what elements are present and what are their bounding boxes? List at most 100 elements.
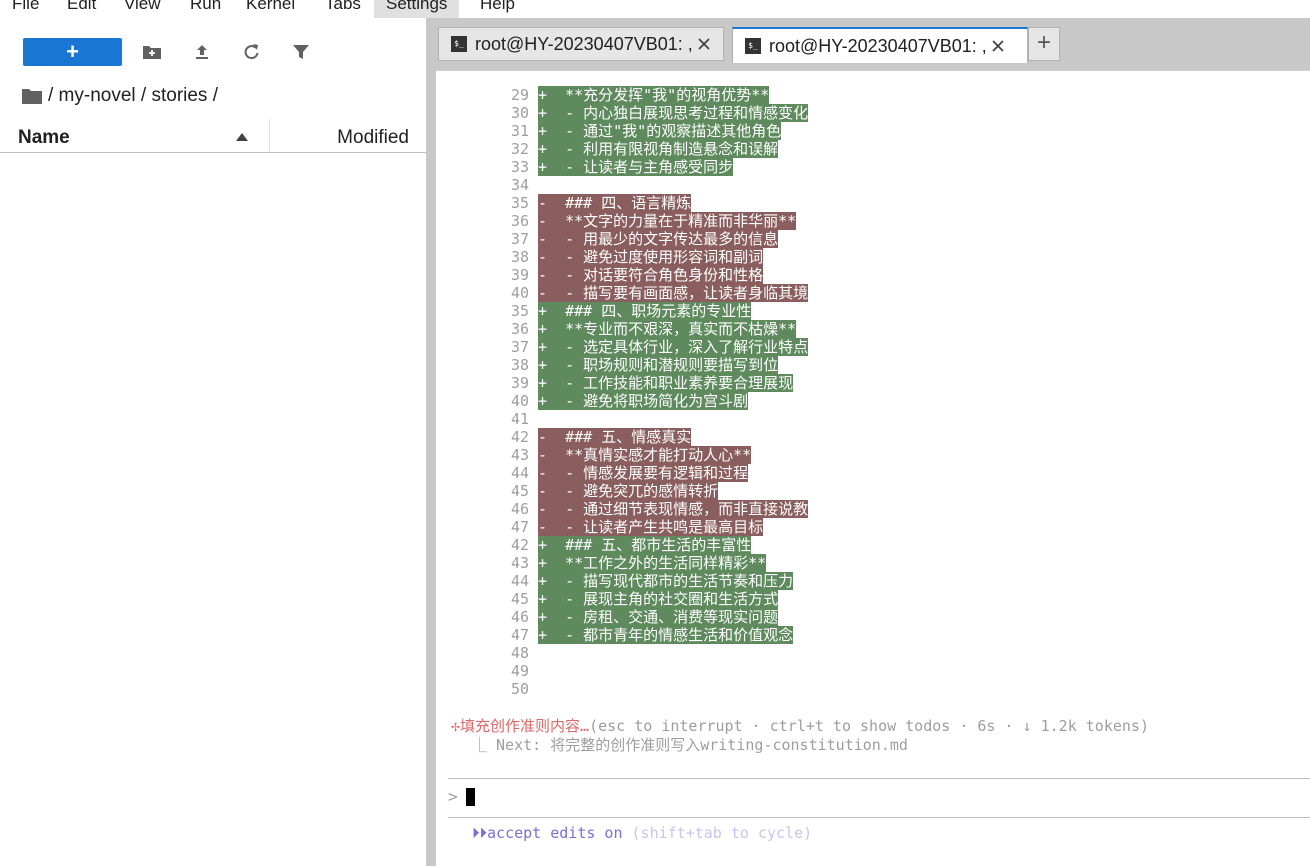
- menu-edit[interactable]: Edit: [67, 0, 96, 18]
- diff-removed-text: - - 通过细节表现情感，而非直接说教: [538, 500, 809, 518]
- prompt-caret-icon: >: [448, 787, 458, 806]
- diff-added-text: + ### 四、职场元素的专业性: [538, 302, 752, 320]
- line-number: 36: [510, 212, 529, 230]
- menu-settings[interactable]: Settings: [374, 0, 460, 18]
- menu-tabs[interactable]: Tabs: [325, 0, 361, 18]
- diff-line: 40 - - 描写要有画面感，让读者身临其境: [436, 284, 1310, 302]
- diff-removed-text: - - 描写要有画面感，让读者身临其境: [538, 284, 809, 302]
- diff-line: 45 - - 避免突兀的感情转折: [436, 482, 1310, 500]
- line-number: 38: [510, 248, 529, 266]
- line-number: 42: [510, 536, 529, 554]
- diff-line: 37 + - 选定具体行业，深入了解行业特点: [436, 338, 1310, 356]
- diff-line: 42 + ### 五、都市生活的丰富性: [436, 536, 1310, 554]
- line-number: 39: [510, 266, 529, 284]
- diff-line: 46 + - 房租、交通、消费等现实问题: [436, 608, 1310, 626]
- line-number: 42: [510, 428, 529, 446]
- line-number: 41: [510, 410, 529, 428]
- diff-line: 39 + - 工作技能和职业素养要合理展现: [436, 374, 1310, 392]
- terminal-panel[interactable]: 29 + **充分发挥"我"的视角优势** 30 + - 内心独白展现思考过程和情感变…: [436, 70, 1310, 867]
- diff-line: 45 + - 展现主角的社交圈和生活方式: [436, 590, 1310, 608]
- upload-icon[interactable]: [192, 42, 212, 62]
- tab-terminal-1[interactable]: $_ root@HY-20230407VB01: ,: [438, 27, 724, 61]
- diff-added-text: + ### 五、都市生活的丰富性: [538, 536, 752, 554]
- prompt-input[interactable]: >: [448, 778, 1310, 818]
- diff-added-text: + **专业而不艰深，真实而不枯燥**: [538, 320, 797, 338]
- diff-line: 44 - - 情感发展要有逻辑和过程: [436, 464, 1310, 482]
- diff-added-text: + **工作之外的生活同样精彩**: [538, 554, 767, 572]
- diff-line: 31 + - 通过"我"的观察描述其他角色: [436, 122, 1310, 140]
- diff-added-text: + - 职场规则和潜规则要描写到位: [538, 356, 779, 374]
- diff-line: 39 - - 对话要符合角色身份和性格: [436, 266, 1310, 284]
- file-browser-toolbar: +: [0, 18, 426, 78]
- diff-line: 43 + **工作之外的生活同样精彩**: [436, 554, 1310, 572]
- diff-line: 37 - - 用最少的文字传达最多的信息: [436, 230, 1310, 248]
- tab-terminal-2[interactable]: $_ root@HY-20230407VB01: ,: [732, 27, 1028, 63]
- diff-line: 43 - **真情实感才能打动人心**: [436, 446, 1310, 464]
- close-icon[interactable]: [991, 39, 1005, 53]
- column-name-header[interactable]: Name: [18, 127, 70, 149]
- new-launcher-button[interactable]: +: [23, 38, 122, 66]
- diff-line: 40 + - 避免将职场简化为宫斗剧: [436, 392, 1310, 410]
- diff-added-text: + - 展现主角的社交圈和生活方式: [538, 590, 779, 608]
- add-tab-button[interactable]: +: [1028, 27, 1060, 61]
- line-number: 39: [510, 374, 529, 392]
- line-number: 29: [510, 86, 529, 104]
- line-number: 44: [510, 572, 529, 590]
- line-number: 32: [510, 140, 529, 158]
- diff-line: 50: [436, 680, 1310, 698]
- close-icon[interactable]: [697, 37, 711, 51]
- diff-line: 36 + **专业而不艰深，真实而不枯燥**: [436, 320, 1310, 338]
- line-number: 37: [510, 230, 529, 248]
- line-number: 49: [510, 662, 529, 680]
- accept-edits-status: ⏵⏵accept edits on (shift+tab to cycle): [472, 824, 812, 842]
- diff-removed-text: - - 对话要符合角色身份和性格: [538, 266, 764, 284]
- breadcrumb-path[interactable]: / my-novel / stories /: [48, 85, 218, 107]
- filter-icon[interactable]: [291, 42, 311, 62]
- diff-line: 32 + - 利用有限视角制造悬念和误解: [436, 140, 1310, 158]
- sort-ascending-icon[interactable]: [236, 133, 248, 141]
- refresh-icon[interactable]: [241, 42, 261, 62]
- new-folder-icon[interactable]: [142, 42, 162, 62]
- menu-help[interactable]: Help: [480, 0, 515, 18]
- line-number: 38: [510, 356, 529, 374]
- file-browser: + / my-novel / stories / Name Modified: [0, 18, 427, 866]
- next-step: ⎿ Next: 将完整的创作准则写入writing-constitution.m…: [472, 736, 908, 754]
- diff-added-text: + - 利用有限视角制造悬念和误解: [538, 140, 779, 158]
- line-number: 40: [510, 392, 529, 410]
- folder-icon[interactable]: [22, 88, 42, 104]
- line-number: 34: [510, 176, 529, 194]
- line-number: 47: [510, 626, 529, 644]
- status-line: ✢填充创作准则内容…(esc to interrupt · ctrl+t to …: [451, 715, 1149, 736]
- breadcrumb: / my-novel / stories /: [22, 84, 218, 108]
- menu-kernel[interactable]: Kernel: [246, 0, 295, 18]
- line-number: 47: [510, 518, 529, 536]
- tab-bar: $_ root@HY-20230407VB01: , $_ root@HY-20…: [436, 18, 1310, 70]
- diff-line: 38 - - 避免过度使用形容词和副词: [436, 248, 1310, 266]
- diff-removed-text: - ### 四、语言精炼: [538, 194, 692, 212]
- fast-forward-icon: ⏵⏵: [472, 824, 488, 842]
- text-cursor: [466, 788, 475, 806]
- column-modified-header[interactable]: Modified: [337, 127, 409, 149]
- menu-view[interactable]: View: [124, 0, 161, 18]
- column-divider[interactable]: [269, 119, 270, 152]
- menu-run[interactable]: Run: [190, 0, 221, 18]
- diff-line: 47 + - 都市青年的情感生活和价值观念: [436, 626, 1310, 644]
- diff-line: 46 - - 通过细节表现情感，而非直接说教: [436, 500, 1310, 518]
- diff-removed-text: - - 让读者产生共鸣是最高目标: [538, 518, 764, 536]
- panel-splitter[interactable]: [426, 18, 436, 866]
- diff-line: 34: [436, 176, 1310, 194]
- line-number: 48: [510, 644, 529, 662]
- diff-removed-text: - - 避免过度使用形容词和副词: [538, 248, 764, 266]
- line-number: 46: [510, 608, 529, 626]
- line-number: 43: [510, 446, 529, 464]
- menu-file[interactable]: File: [12, 0, 39, 18]
- accept-edits-hint: (shift+tab to cycle): [631, 824, 813, 842]
- diff-line: 48: [436, 644, 1310, 662]
- diff-added-text: + - 房租、交通、消费等现实问题: [538, 608, 779, 626]
- line-number: 45: [510, 590, 529, 608]
- tab-label: root@HY-20230407VB01: ,: [475, 33, 693, 54]
- line-number: 45: [510, 482, 529, 500]
- line-number: 35: [510, 302, 529, 320]
- diff-line: 41: [436, 410, 1310, 428]
- diff-added-text: + - 工作技能和职业素养要合理展现: [538, 374, 794, 392]
